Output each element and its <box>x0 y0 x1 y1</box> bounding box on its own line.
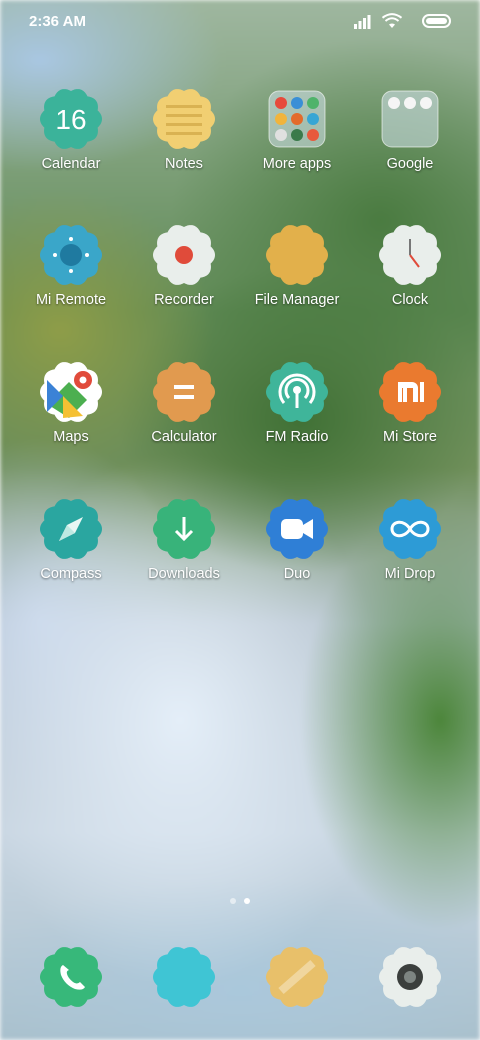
gallery-icon <box>265 945 329 1009</box>
app-mi-drop[interactable]: Mi Drop <box>354 497 466 582</box>
svg-text:G: G <box>51 367 63 384</box>
fm-radio-icon <box>265 360 329 424</box>
compass-icon <box>39 497 103 561</box>
phone-icon <box>39 945 103 1009</box>
app-more-apps[interactable]: More apps <box>241 87 353 172</box>
clock-icon <box>378 223 442 287</box>
battery-icon <box>422 14 451 28</box>
app-gallery[interactable] <box>241 945 353 1009</box>
app-downloads[interactable]: Downloads <box>128 497 240 582</box>
app-file-manager[interactable]: File Manager <box>241 223 353 308</box>
app-label: Recorder <box>154 292 214 308</box>
app-label: Compass <box>40 566 102 582</box>
app-label: Mi Drop <box>384 566 436 582</box>
status-time: 2:36 AM <box>29 13 86 30</box>
mi-drop-icon <box>378 497 442 561</box>
app-notes[interactable]: Notes <box>128 87 240 172</box>
calculator-icon <box>152 360 216 424</box>
app-fm-radio[interactable]: FM Radio <box>241 360 353 445</box>
messages-icon <box>152 945 216 1009</box>
app-label: Duo <box>283 566 311 582</box>
app-label: Calendar <box>41 156 101 172</box>
app-camera[interactable] <box>354 945 466 1009</box>
app-label: Mi Remote <box>35 292 107 308</box>
recorder-icon <box>152 223 216 287</box>
calendar-icon: 16 <box>39 87 103 151</box>
app-messages[interactable] <box>128 945 240 1009</box>
app-duo[interactable]: Duo <box>241 497 353 582</box>
app-label: Maps <box>53 429 89 445</box>
app-label: Downloads <box>148 566 220 582</box>
file-manager-icon <box>265 223 329 287</box>
maps-icon: G <box>39 360 103 424</box>
app-label: FM Radio <box>265 429 329 445</box>
mi-store-icon <box>378 360 442 424</box>
notes-icon <box>152 87 216 151</box>
wifi-icon <box>382 13 402 28</box>
app-label: More apps <box>262 156 332 172</box>
app-label: Mi Store <box>383 429 437 445</box>
app-mi-store[interactable]: Mi Store <box>354 360 466 445</box>
app-phone[interactable] <box>15 945 127 1009</box>
mi-remote-icon <box>39 223 103 287</box>
app-google[interactable]: Google <box>354 87 466 172</box>
camera-icon <box>378 945 442 1009</box>
app-label: Clock <box>391 292 429 308</box>
downloads-icon <box>152 497 216 561</box>
svg-text:16: 16 <box>55 104 86 135</box>
duo-icon <box>265 497 329 561</box>
app-label: Notes <box>165 156 203 172</box>
google-icon <box>378 87 442 151</box>
app-label: File Manager <box>254 292 340 308</box>
app-mi-remote[interactable]: Mi Remote <box>15 223 127 308</box>
app-calendar[interactable]: 16 Calendar <box>15 87 127 172</box>
app-calculator[interactable]: Calculator <box>128 360 240 445</box>
app-maps[interactable]: G Maps <box>15 360 127 445</box>
more-apps-icon <box>265 87 329 151</box>
status-bar: 2:36 AM <box>0 0 480 44</box>
signal-icon <box>354 15 371 29</box>
app-label: Google <box>386 156 434 172</box>
page-dot[interactable] <box>230 898 236 904</box>
page-indicator <box>226 898 254 906</box>
page-dot-active[interactable] <box>244 898 250 904</box>
app-clock[interactable]: Clock <box>354 223 466 308</box>
app-label: Calculator <box>151 429 217 445</box>
app-recorder[interactable]: Recorder <box>128 223 240 308</box>
app-compass[interactable]: Compass <box>15 497 127 582</box>
